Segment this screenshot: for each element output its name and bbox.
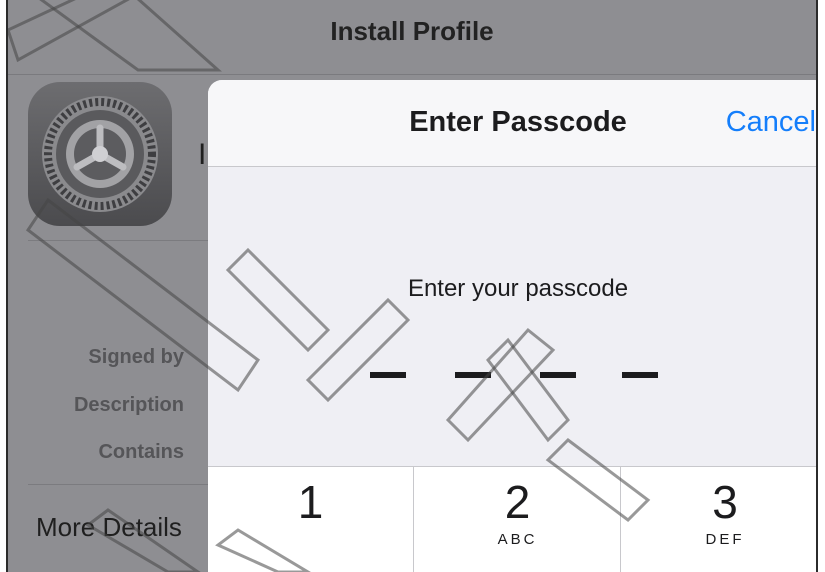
passcode-slot xyxy=(622,372,658,378)
passcode-slot xyxy=(370,372,406,378)
more-details-row: More Details xyxy=(36,512,182,542)
device-frame: Install Profile I Signed by Description … xyxy=(6,0,818,572)
passcode-prompt: Enter your passcode xyxy=(407,275,629,302)
background-nav-title: Install Profile xyxy=(330,16,494,46)
cancel-button[interactable]: Cancel xyxy=(726,106,816,139)
key-letters: DEF xyxy=(705,531,745,548)
key-1[interactable]: 1 xyxy=(208,467,413,572)
sheet-nav-bar: Enter Passcode Cancel xyxy=(208,80,816,167)
key-number: 3 xyxy=(712,476,738,528)
key-2[interactable]: 2 ABC xyxy=(413,467,621,572)
key-letters: ABC xyxy=(497,531,538,548)
settings-app-icon xyxy=(28,82,172,226)
key-number: 2 xyxy=(504,476,531,528)
key-3[interactable]: 3 DEF xyxy=(620,467,816,572)
numeric-keypad: 1 2 ABC 3 DEF xyxy=(208,466,816,572)
key-number: 1 xyxy=(297,476,324,528)
description-label: Description xyxy=(73,394,184,416)
passcode-sheet: Enter Passcode Cancel Enter your passcod… xyxy=(208,80,816,572)
passcode-slot xyxy=(540,372,576,378)
passcode-slot xyxy=(455,372,491,378)
background-profile-name-partial: I xyxy=(198,138,207,171)
contains-label: Contains xyxy=(98,441,184,463)
signed-by-label: Signed by xyxy=(88,346,184,368)
background-nav-bar: Install Profile xyxy=(8,0,816,75)
